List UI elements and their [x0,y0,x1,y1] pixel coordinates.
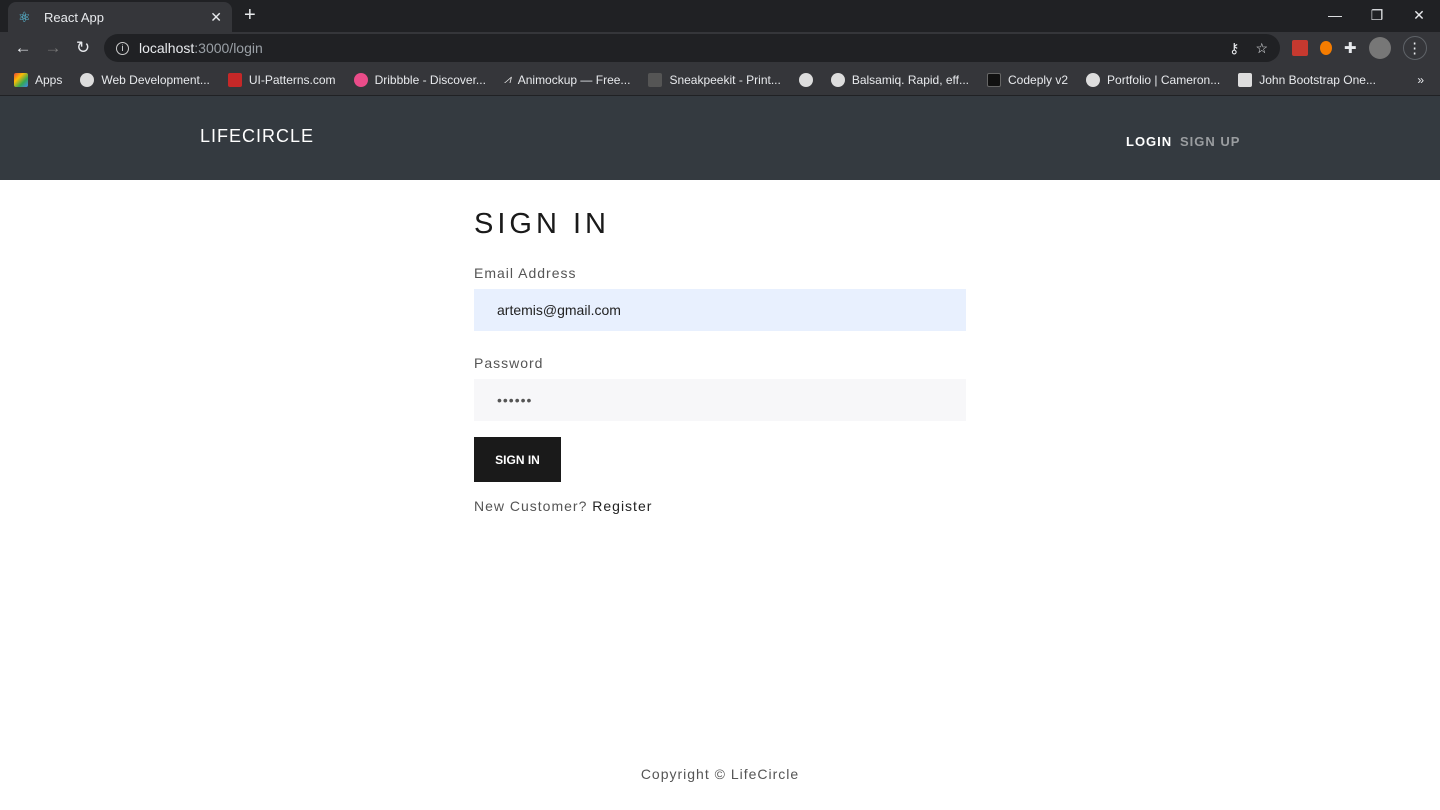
forward-icon[interactable]: → [38,38,68,58]
bookmark-favicon-icon [80,72,95,87]
footer-copyright: Copyright © LifeCircle [640,766,800,782]
globe-icon [798,72,813,87]
minimize-icon[interactable]: — [1314,0,1356,30]
puzzle-icon[interactable]: ✚ [1344,39,1357,57]
email-label: Email Address [474,265,577,281]
bookmark[interactable]: Sneakpeekit - Print... [648,72,781,87]
bookmark[interactable]: Balsamiq. Rapid, eff... [830,72,969,87]
react-icon: ⚛ [18,9,31,25]
info-icon[interactable]: i [116,41,129,55]
nav-signup[interactable]: SIGN UP [1180,134,1240,149]
star-icon[interactable]: ☆ [1255,40,1268,57]
bookmark[interactable]: ⩘ Animockup — Free... [504,72,631,87]
bookmark[interactable]: Codeply v2 [987,72,1068,87]
password-field[interactable]: •••••• [474,379,966,421]
kebab-menu-icon[interactable]: ⋮ [1402,36,1427,60]
tab-title: React App [44,9,104,25]
reload-icon[interactable]: ↻ [68,38,98,58]
apps-grid-icon [14,72,28,87]
site-navbar: LIFECIRCLE LOGIN SIGN UP [0,96,1440,180]
brand-logo[interactable]: LIFECIRCLE [200,126,314,147]
bookmark[interactable]: Portfolio | Cameron... [1086,72,1220,87]
browser-tab[interactable]: ⚛ React App ✕ [8,2,232,32]
extension-icon[interactable] [1292,40,1308,56]
bookmark-favicon-icon [830,72,845,87]
bookmark-favicon-icon [227,72,242,87]
new-tab-icon[interactable]: + [244,4,256,27]
close-window-icon[interactable]: ✕ [1398,0,1440,30]
email-field[interactable]: artemis@gmail.com [474,289,966,331]
url-path: :3000/login [194,40,263,56]
bookmark-apps[interactable]: Apps [14,72,62,87]
bookmark[interactable]: Dribbble - Discover... [353,72,486,87]
extension-icon[interactable] [1320,41,1332,55]
bookmark[interactable] [798,72,813,87]
url-host: localhost [139,40,195,56]
bookmark-favicon-icon: ⩘ [503,72,511,86]
bookmark[interactable]: UI-Patterns.com [227,72,336,87]
back-icon[interactable]: ← [8,38,38,58]
bookmark[interactable]: John Bootstrap One... [1238,72,1376,87]
browser-toolbar: ← → ↻ i localhost:3000/login ⚷ ☆ ✚ ⋮ [0,32,1440,64]
bookmark[interactable]: Web Development... [80,72,210,87]
register-link[interactable]: Register [592,498,652,514]
bookmarks-bar: Apps Web Development... UI-Patterns.com … [0,64,1440,96]
register-prompt: New Customer? Register [474,498,653,514]
bookmark-favicon-icon [1238,72,1253,87]
nav-login[interactable]: LOGIN [1126,134,1172,149]
tab-strip: ⚛ React App ✕ + — ❐ ✕ [0,0,1440,32]
sign-in-button[interactable]: SIGN IN [474,437,561,482]
login-form: SIGN IN Email Address artemis@gmail.com … [474,208,966,514]
address-bar[interactable]: i localhost:3000/login ⚷ ☆ [104,34,1280,62]
restore-icon[interactable]: ❐ [1356,0,1398,30]
dribbble-icon [353,72,368,87]
bookmark-favicon-icon [648,72,663,87]
key-icon[interactable]: ⚷ [1229,40,1239,57]
bookmark-favicon-icon [987,72,1001,87]
bookmark-favicon-icon [1086,72,1101,87]
page-title: SIGN IN [474,208,610,240]
close-tab-icon[interactable]: ✕ [210,9,222,26]
more-bookmarks-icon[interactable]: » [1417,73,1424,87]
profile-avatar[interactable] [1368,37,1391,59]
password-label: Password [474,355,544,371]
